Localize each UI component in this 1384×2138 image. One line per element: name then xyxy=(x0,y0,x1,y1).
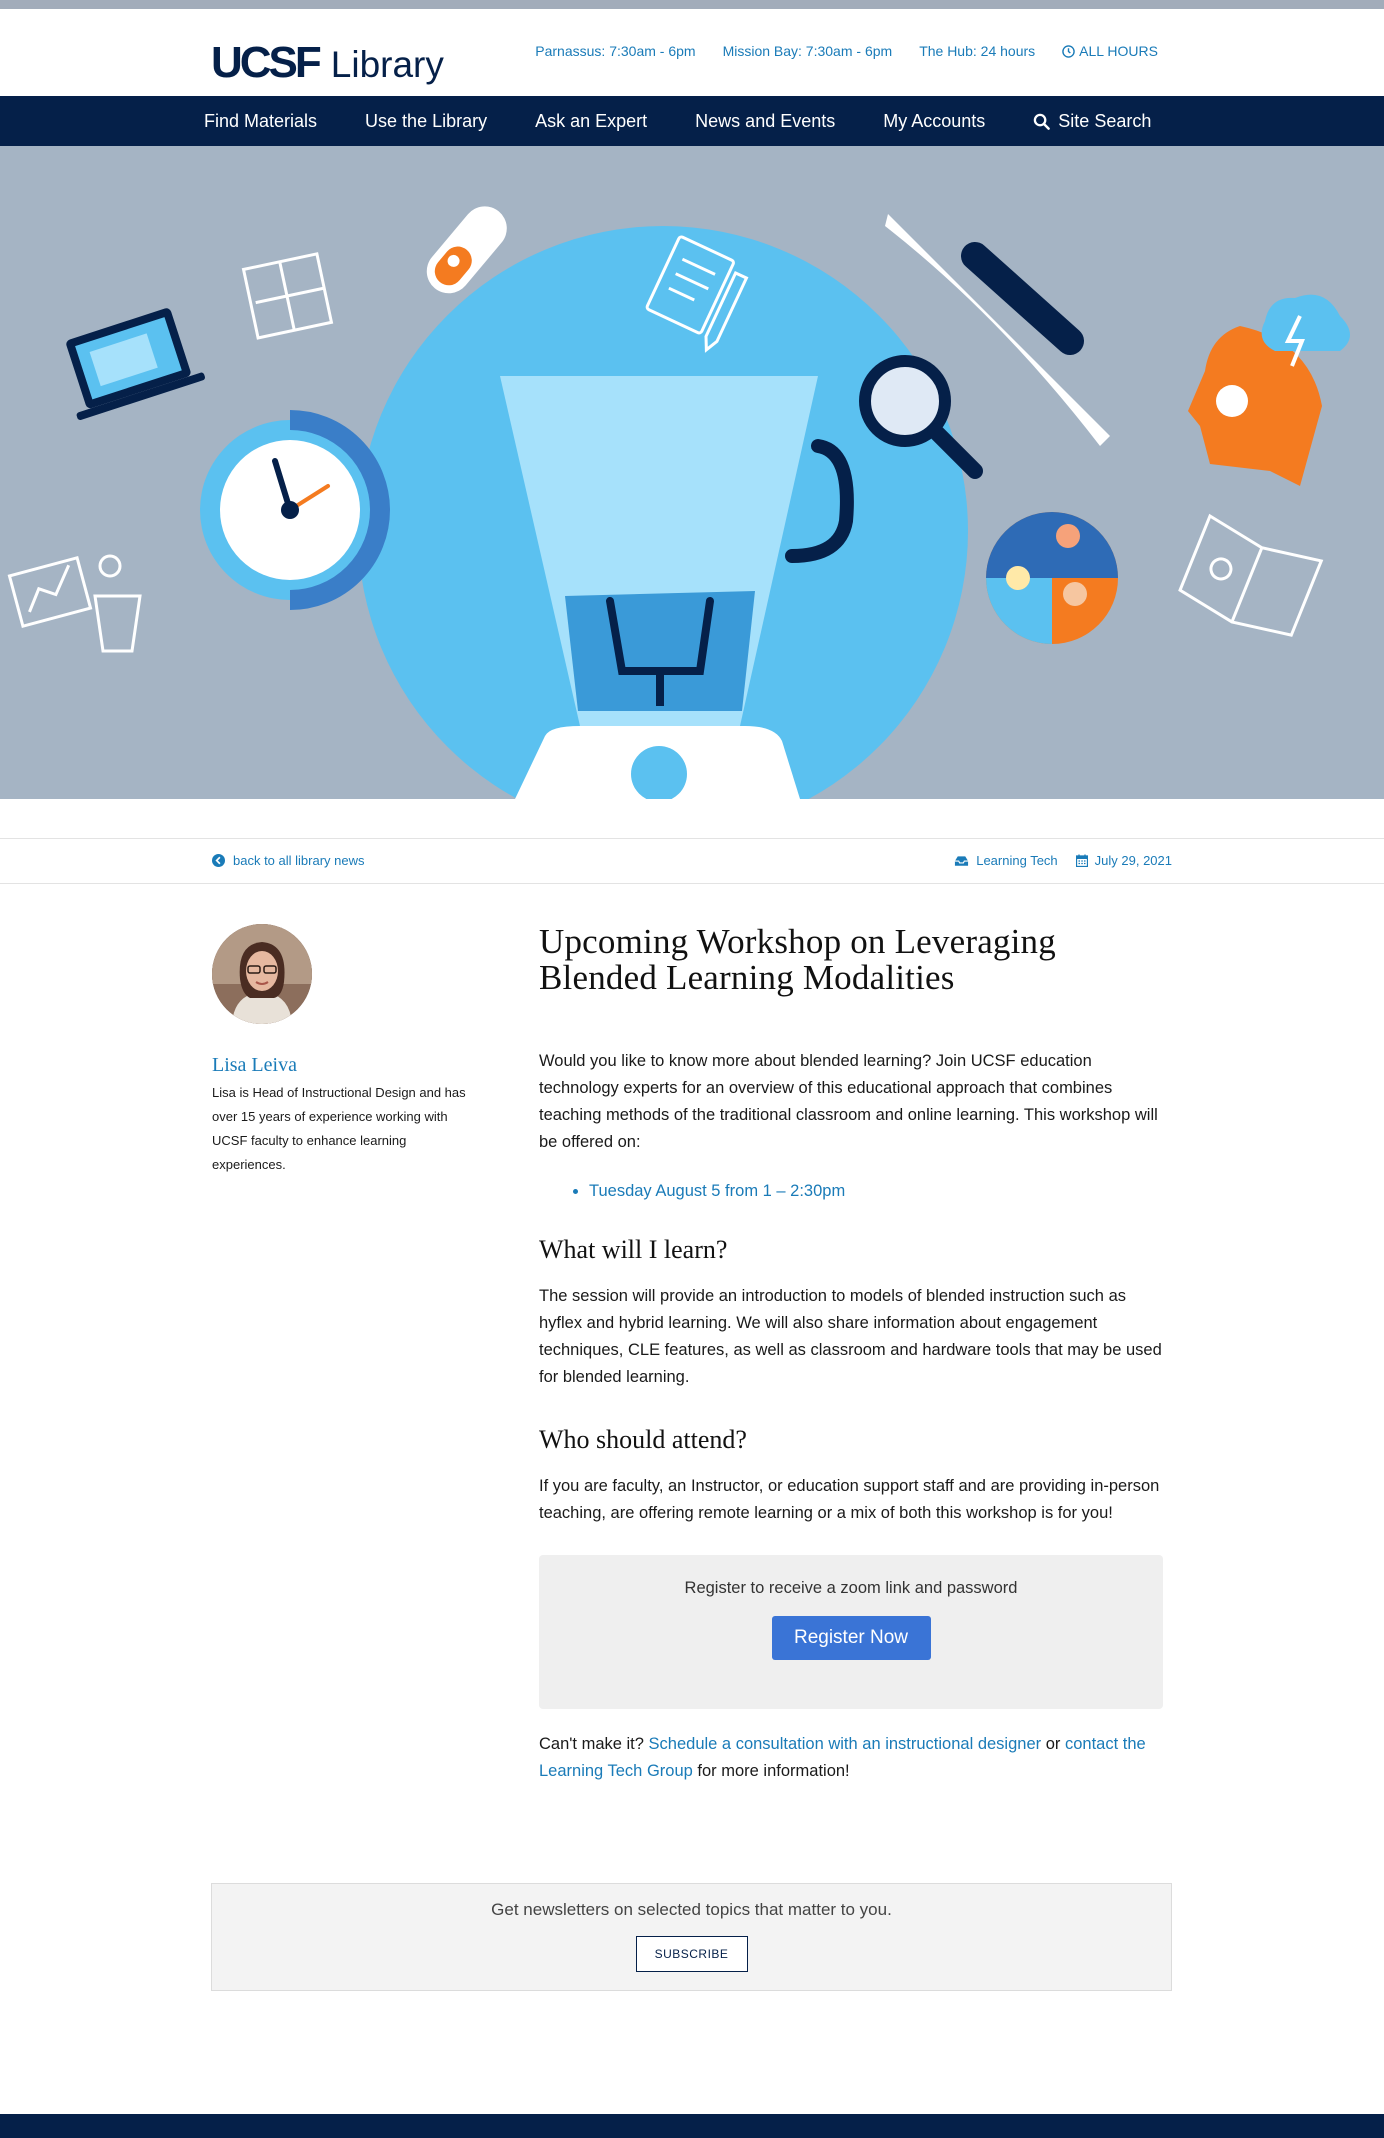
back-to-news-link[interactable]: back to all library news xyxy=(212,853,365,868)
publish-date: July 29, 2021 xyxy=(1075,853,1172,868)
heading-what-will-i-learn: What will I learn? xyxy=(539,1235,728,1264)
publish-date-label: July 29, 2021 xyxy=(1094,853,1172,868)
author-sidebar: Lisa Leiva Lisa is Head of Instructional… xyxy=(212,924,472,1177)
nav-my-accounts[interactable]: My Accounts xyxy=(883,111,985,132)
search-icon xyxy=(1034,113,1051,130)
nav-news-and-events[interactable]: News and Events xyxy=(695,111,835,132)
article-title: Upcoming Workshop on Leveraging Blended … xyxy=(539,922,1056,997)
subscribe-button[interactable]: SUBSCRIBE xyxy=(635,1936,748,1972)
author-bio: Lisa is Head of Instructional Design and… xyxy=(212,1085,466,1172)
article-main: Upcoming Workshop on Leveraging Blended … xyxy=(539,924,1163,1785)
cant-make-it-suffix: for more information! xyxy=(697,1762,850,1780)
footer-strip xyxy=(0,2114,1384,2138)
learn-paragraph: The session will provide an introduction… xyxy=(539,1287,1162,1386)
inbox-icon xyxy=(955,855,969,866)
clock-icon xyxy=(1062,44,1075,58)
article-meta-bar: back to all library news Learning Tech J… xyxy=(0,838,1384,884)
heading-who-should-attend: Who should attend? xyxy=(539,1425,747,1454)
cant-make-it-or: or xyxy=(1045,1735,1061,1753)
nav-site-search[interactable]: Site Search xyxy=(1033,111,1151,132)
newsletter-text: Get newsletters on selected topics that … xyxy=(491,1900,892,1919)
top-strip xyxy=(0,0,1384,9)
arrow-left-circle-icon xyxy=(212,854,225,867)
registration-box: Register to receive a zoom link and pass… xyxy=(539,1555,1163,1709)
all-hours-label: ALL HOURS xyxy=(1079,43,1158,59)
article-meta: Learning Tech July 29, 2021 xyxy=(954,853,1172,868)
calendar-icon xyxy=(1075,854,1088,867)
library-hours: Parnassus: 7:30am - 6pm Mission Bay: 7:3… xyxy=(535,43,1158,59)
all-hours-link[interactable]: ALL HOURS xyxy=(1062,43,1158,59)
registration-text: Register to receive a zoom link and pass… xyxy=(684,1579,1018,1597)
back-to-news-label: back to all library news xyxy=(233,853,365,868)
cant-make-it-paragraph: Can't make it? Schedule a consultation w… xyxy=(539,1731,1163,1785)
nav-ask-an-expert[interactable]: Ask an Expert xyxy=(535,111,647,132)
hours-parnassus[interactable]: Parnassus: 7:30am - 6pm xyxy=(535,43,695,59)
nav-find-materials[interactable]: Find Materials xyxy=(204,111,317,132)
category-label: Learning Tech xyxy=(976,853,1058,868)
logo-ucsf-text: UCSF xyxy=(211,38,322,87)
hours-hub[interactable]: The Hub: 24 hours xyxy=(919,43,1035,59)
nav-use-the-library[interactable]: Use the Library xyxy=(365,111,487,132)
newsletter-signup: Get newsletters on selected topics that … xyxy=(211,1883,1172,1991)
register-now-button[interactable]: Register Now xyxy=(771,1616,931,1660)
attend-paragraph: If you are faculty, an Instructor, or ed… xyxy=(539,1477,1160,1522)
ucsf-library-logo[interactable]: UCSF Library xyxy=(211,29,444,85)
hours-mission-bay[interactable]: Mission Bay: 7:30am - 6pm xyxy=(723,43,893,59)
author-name[interactable]: Lisa Leiva xyxy=(212,1054,472,1077)
session-date-item: Tuesday August 5 from 1 – 2:30pm xyxy=(589,1182,1163,1201)
blender-illustration xyxy=(0,146,1384,799)
cant-make-it-prefix: Can't make it? xyxy=(539,1735,644,1753)
logo-library-text: Library xyxy=(330,44,444,85)
author-avatar xyxy=(212,924,312,1024)
main-nav: Find Materials Use the Library Ask an Ex… xyxy=(0,96,1384,146)
hero-illustration xyxy=(0,146,1384,799)
site-search-label: Site Search xyxy=(1058,110,1152,131)
category-tag[interactable]: Learning Tech xyxy=(954,853,1058,868)
schedule-consultation-link[interactable]: Schedule a consultation with an instruct… xyxy=(649,1735,1042,1753)
site-header: UCSF Library Parnassus: 7:30am - 6pm Mis… xyxy=(0,9,1384,96)
article-intro: Would you like to know more about blende… xyxy=(539,1052,1158,1151)
